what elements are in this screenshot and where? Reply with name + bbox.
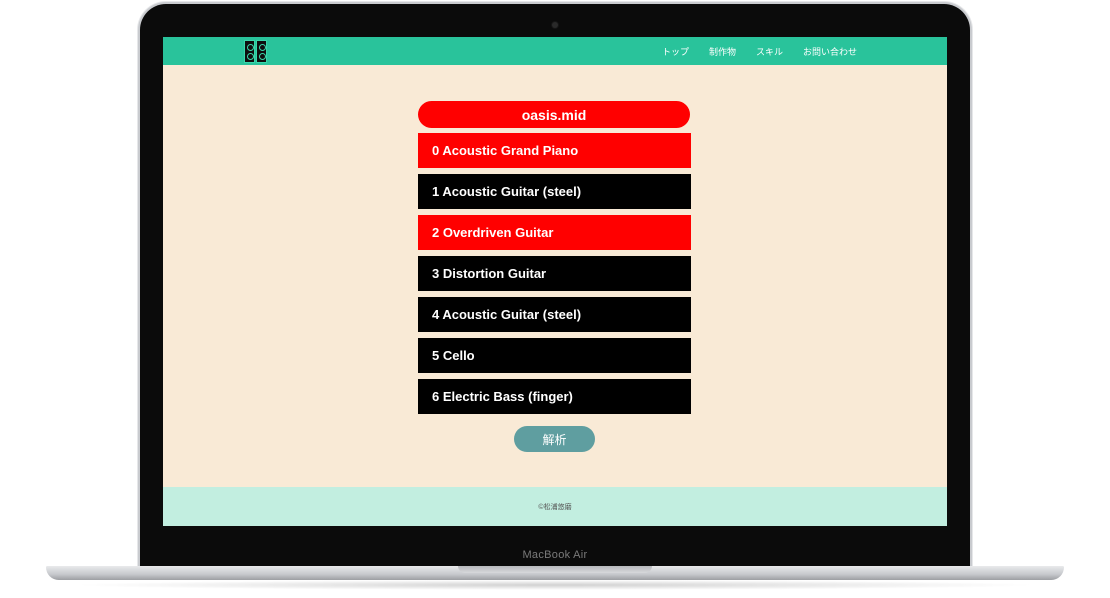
nav-works[interactable]: 制作物 bbox=[709, 45, 736, 58]
app-screen: トップ 制作物 スキル お問い合わせ oasis.mid 0 Acoustic … bbox=[163, 37, 947, 526]
track-item[interactable]: 6 Electric Bass (finger) bbox=[418, 379, 691, 414]
laptop-shadow bbox=[70, 580, 1040, 590]
site-footer: ©松浦悠磨 bbox=[163, 487, 947, 526]
nav-contact[interactable]: お問い合わせ bbox=[803, 45, 857, 58]
laptop-hinge-notch bbox=[458, 566, 652, 573]
main-nav: トップ 制作物 スキル お問い合わせ bbox=[662, 37, 857, 65]
speaker-right-icon bbox=[256, 40, 267, 63]
camera-icon bbox=[552, 22, 558, 28]
file-name-badge: oasis.mid bbox=[418, 101, 690, 128]
track-item[interactable]: 5 Cello bbox=[418, 338, 691, 373]
track-item[interactable]: 3 Distortion Guitar bbox=[418, 256, 691, 291]
track-item[interactable]: 1 Acoustic Guitar (steel) bbox=[418, 174, 691, 209]
track-item[interactable]: 2 Overdriven Guitar bbox=[418, 215, 691, 250]
copyright-text: ©松浦悠磨 bbox=[538, 503, 572, 511]
nav-skills[interactable]: スキル bbox=[756, 45, 783, 58]
nav-top[interactable]: トップ bbox=[662, 45, 689, 58]
site-header: トップ 制作物 スキル お問い合わせ bbox=[163, 37, 947, 65]
speaker-pair-icon[interactable] bbox=[244, 40, 268, 63]
speaker-left-icon bbox=[244, 40, 255, 63]
track-item[interactable]: 0 Acoustic Grand Piano bbox=[418, 133, 691, 168]
track-list: 0 Acoustic Grand Piano 1 Acoustic Guitar… bbox=[418, 133, 691, 420]
track-item[interactable]: 4 Acoustic Guitar (steel) bbox=[418, 297, 691, 332]
device-label: MacBook Air bbox=[522, 549, 588, 561]
analyze-button[interactable]: 解析 bbox=[514, 426, 595, 452]
